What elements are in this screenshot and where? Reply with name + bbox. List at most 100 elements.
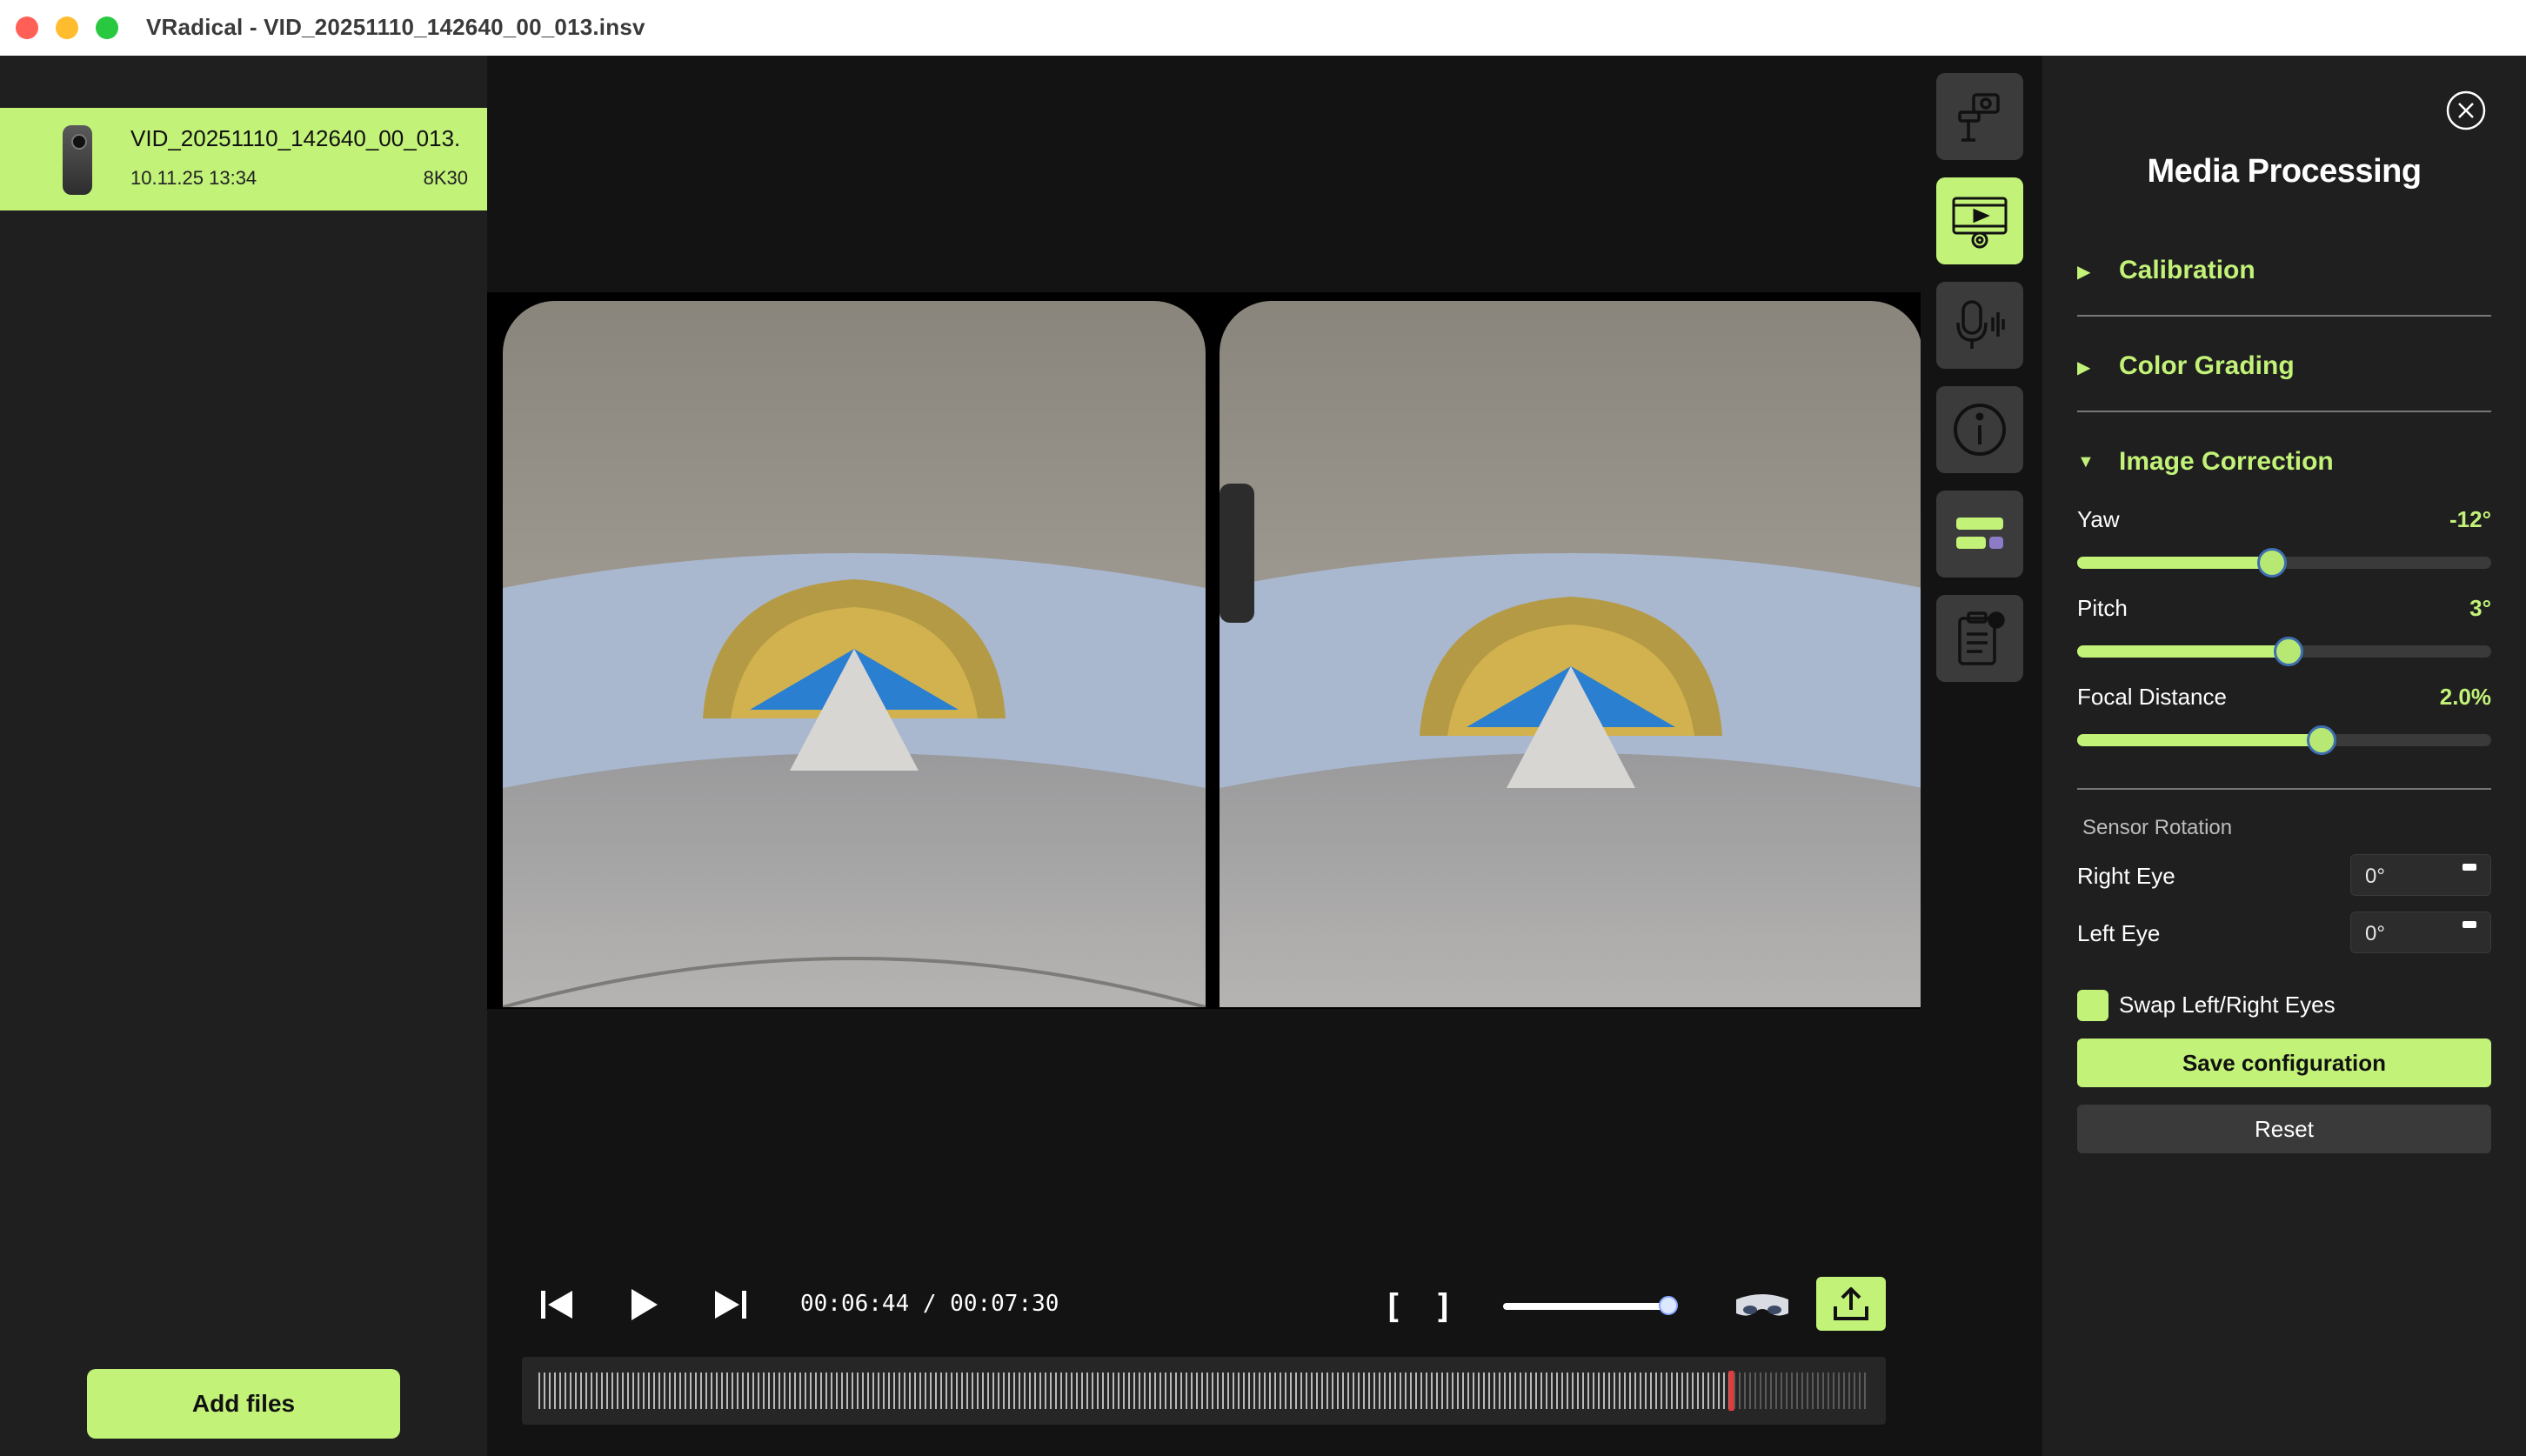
mark-out-button[interactable]: ]: [1433, 1287, 1453, 1326]
pitch-slider-knob[interactable]: [2273, 637, 2303, 666]
timeline-tick: [1801, 1373, 1803, 1409]
file-list-item[interactable]: VID_20251110_142640_00_013. 10.11.25 13:…: [0, 108, 487, 210]
timeline-tick: [904, 1373, 905, 1409]
timeline-tick: [1520, 1373, 1521, 1409]
timeline-tick: [1290, 1373, 1292, 1409]
add-files-button[interactable]: Add files: [87, 1369, 400, 1439]
timeline-scrubber[interactable]: [522, 1357, 1886, 1425]
timeline-tick: [1567, 1373, 1568, 1409]
timeline-tick: [935, 1373, 937, 1409]
timeline-tick: [1306, 1373, 1307, 1409]
maximize-window-button[interactable]: [96, 17, 118, 39]
volume-knob[interactable]: [1659, 1296, 1678, 1315]
skip-forward-icon: [715, 1291, 746, 1319]
timeline-tick: [1718, 1373, 1720, 1409]
export-icon: [1834, 1287, 1868, 1320]
pitch-label: Pitch: [2077, 595, 2128, 621]
timeline-tick: [1013, 1373, 1015, 1409]
timeline-tick: [1274, 1373, 1276, 1409]
timeline-tick: [888, 1373, 890, 1409]
timeline-tick: [961, 1373, 963, 1409]
close-window-button[interactable]: [16, 17, 38, 39]
info-tool-button[interactable]: [1936, 386, 2023, 473]
timeline-tick: [1681, 1373, 1683, 1409]
timeline-tick: [1248, 1373, 1250, 1409]
volume-slider[interactable]: [1503, 1303, 1668, 1310]
mark-in-button[interactable]: [: [1383, 1287, 1403, 1326]
reset-button[interactable]: Reset: [2077, 1105, 2491, 1153]
timeline-tick: [1603, 1373, 1605, 1409]
timeline-tick: [972, 1373, 973, 1409]
timeline-tick: [721, 1373, 723, 1409]
timeline-tick: [1170, 1373, 1172, 1409]
timeline-tick: [815, 1373, 817, 1409]
export-button[interactable]: [1816, 1277, 1886, 1331]
focal-distance-slider-knob[interactable]: [2306, 725, 2336, 755]
timeline-tick: [1045, 1373, 1046, 1409]
timeline-tick: [773, 1373, 775, 1409]
left-eye-rotation-input[interactable]: 0°: [2350, 912, 2491, 953]
focal-distance-slider[interactable]: [2077, 734, 2491, 746]
timeline-tick: [779, 1373, 780, 1409]
vr-headset-icon[interactable]: [1731, 1284, 1794, 1329]
swap-eyes-checkbox[interactable]: [2077, 990, 2108, 1021]
timeline-tick: [1598, 1373, 1600, 1409]
timeline-tick: [794, 1373, 796, 1409]
timeline-tick: [1233, 1373, 1234, 1409]
save-configuration-button[interactable]: Save configuration: [2077, 1039, 2491, 1087]
timeline-tick: [987, 1373, 989, 1409]
timeline-tick: [857, 1373, 859, 1409]
timeline-tick: [1629, 1373, 1631, 1409]
timeline-tick: [799, 1373, 801, 1409]
timeline-tick: [1139, 1373, 1140, 1409]
section-color-grading[interactable]: ▶ Color Grading: [2077, 348, 2491, 400]
divider: [2077, 315, 2491, 317]
timeline-tick: [1473, 1373, 1474, 1409]
timeline-tick: [1572, 1373, 1574, 1409]
timeline-tick: [831, 1373, 832, 1409]
stepper-icon[interactable]: [2463, 864, 2476, 871]
media-processing-tool-button[interactable]: [1936, 177, 2023, 264]
timeline-tick: [1619, 1373, 1621, 1409]
timeline-tick: [1843, 1373, 1845, 1409]
timeline-tick: [1107, 1373, 1109, 1409]
timeline-tick: [1034, 1373, 1036, 1409]
play-button[interactable]: [619, 1280, 668, 1329]
minimize-window-button[interactable]: [56, 17, 78, 39]
close-icon[interactable]: [2446, 90, 2486, 130]
timeline-tick: [1008, 1373, 1010, 1409]
skip-back-button[interactable]: [532, 1280, 581, 1329]
pitch-value: 3°: [2469, 595, 2491, 621]
timeline-tick: [1864, 1373, 1866, 1409]
timeline-tick: [1614, 1373, 1615, 1409]
stepper-icon[interactable]: [2463, 921, 2476, 928]
camera-tool-button[interactable]: [1936, 73, 2023, 160]
timeline-tick: [1295, 1373, 1297, 1409]
section-calibration[interactable]: ▶ Calibration: [2077, 252, 2491, 304]
yaw-slider-knob[interactable]: [2256, 548, 2287, 578]
section-image-correction[interactable]: ▼ Image Correction: [2077, 444, 2491, 496]
timeline-tick: [591, 1373, 592, 1409]
timeline-tick: [565, 1373, 566, 1409]
timeline-tick: [1494, 1373, 1495, 1409]
skip-forward-button[interactable]: [706, 1280, 755, 1329]
timeline-tick: [1624, 1373, 1626, 1409]
timeline-tick: [658, 1373, 660, 1409]
timeline-tick: [1426, 1373, 1427, 1409]
timeline-tick: [1707, 1373, 1709, 1409]
clipboard-tool-button[interactable]: [1936, 595, 2023, 682]
timeline-tick: [1577, 1373, 1579, 1409]
stereo-preview[interactable]: [487, 292, 1922, 1009]
timeline-tick: [1201, 1373, 1203, 1409]
timeline-tick: [1159, 1373, 1161, 1409]
timeline-tick: [664, 1373, 665, 1409]
timeline-tick: [1441, 1373, 1443, 1409]
timeline-tick: [789, 1373, 791, 1409]
timecode: 00:06:44 / 00:07:30: [800, 1291, 1059, 1317]
timeline-tick: [596, 1373, 598, 1409]
right-eye-rotation-input[interactable]: 0°: [2350, 854, 2491, 896]
timeline-tick: [977, 1373, 979, 1409]
audio-tool-button[interactable]: [1936, 282, 2023, 369]
timeline-tick: [1462, 1373, 1464, 1409]
layout-tool-button[interactable]: [1936, 491, 2023, 578]
